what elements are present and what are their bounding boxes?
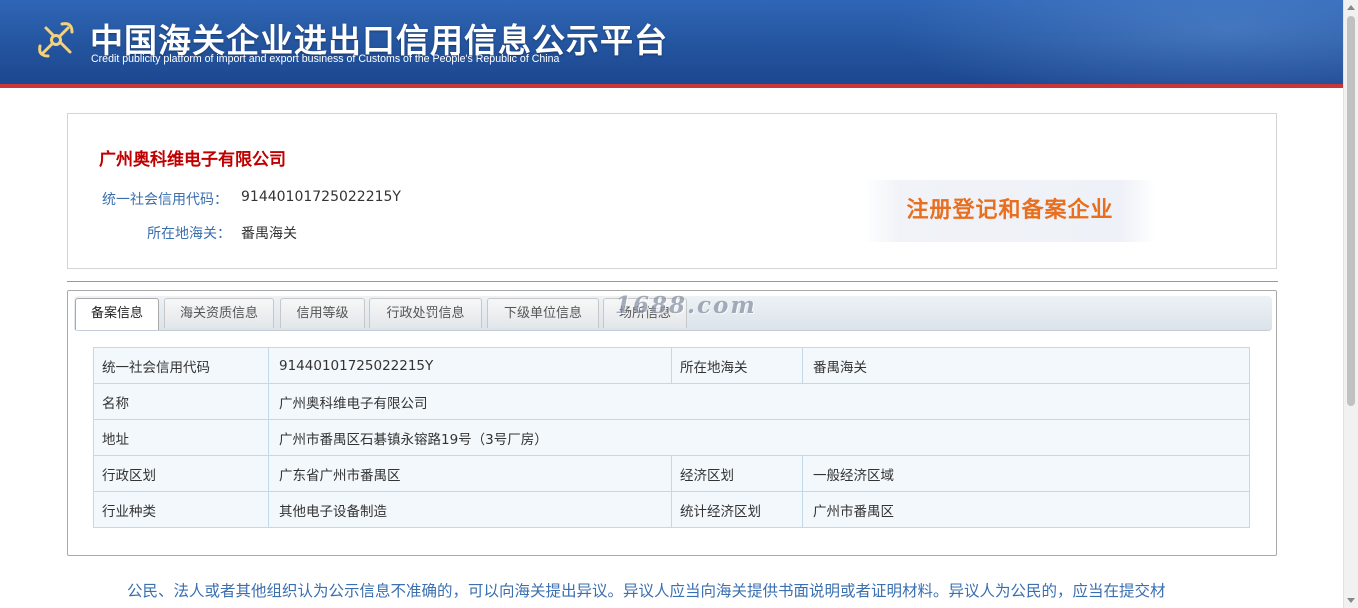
- info-tab-panel: 备案信息 海关资质信息 信用等级 行政处罚信息 下级单位信息 场所信息 统一社会…: [67, 290, 1277, 556]
- field-label: 行业种类: [93, 491, 269, 528]
- company-name: 广州奥科维电子有限公司: [99, 150, 286, 170]
- site-subtitle: Credit publicity platform of import and …: [91, 53, 560, 65]
- table-row: 名称 广州奥科维电子有限公司: [93, 383, 1250, 420]
- field-label: 行政区划: [93, 455, 269, 492]
- site-header: 中国海关企业进出口信用信息公示平台 Credit publicity platf…: [0, 0, 1343, 84]
- tab-record-info[interactable]: 备案信息: [75, 298, 159, 330]
- field-label: 名称: [93, 383, 269, 420]
- field-value: 广州市番禺区: [802, 491, 1250, 528]
- table-row: 地址 广州市番禺区石碁镇永镕路19号（3号厂房）: [93, 419, 1250, 456]
- field-label: 统一社会信用代码: [93, 347, 269, 384]
- header-accent-strip: [0, 84, 1343, 88]
- table-row: 统一社会信用代码 91440101725022215Y 所在地海关 番禺海关: [93, 347, 1250, 384]
- scroll-thumb[interactable]: [1347, 16, 1355, 406]
- table-row: 行业种类 其他电子设备制造 统计经济区划 广州市番禺区: [93, 491, 1250, 528]
- field-label: 所在地海关: [671, 347, 803, 384]
- table-row: 行政区划 广东省广州市番禺区 经济区划 一般经济区域: [93, 455, 1250, 492]
- customs-label: 所在地海关：: [147, 226, 231, 242]
- field-value: 广东省广州市番禺区: [268, 455, 672, 492]
- field-value: 广州奥科维电子有限公司: [268, 383, 1250, 420]
- watermark: 1688.com: [615, 292, 757, 319]
- credit-code-label: 统一社会信用代码：: [102, 192, 228, 208]
- field-value: 广州市番禺区石碁镇永镕路19号（3号厂房）: [268, 419, 1250, 456]
- objection-notice: 公民、法人或者其他组织认为公示信息不准确的，可以向海关提出异议。异议人应当向海关…: [127, 582, 1166, 600]
- field-label: 统计经济区划: [671, 491, 803, 528]
- page-scrollbar[interactable]: [1343, 0, 1358, 608]
- tab-credit-rating[interactable]: 信用等级: [280, 298, 365, 328]
- tab-subordinate-units[interactable]: 下级单位信息: [487, 298, 599, 328]
- tab-administrative-penalty[interactable]: 行政处罚信息: [369, 298, 482, 328]
- section-divider: [67, 281, 1278, 282]
- company-summary-card: 广州奥科维电子有限公司 统一社会信用代码： 91440101725022215Y…: [67, 113, 1277, 269]
- field-value: 番禺海关: [802, 347, 1250, 384]
- record-info-table: 统一社会信用代码 91440101725022215Y 所在地海关 番禺海关 名…: [93, 347, 1250, 528]
- field-value: 91440101725022215Y: [268, 347, 672, 384]
- customs-emblem-icon: [38, 22, 74, 58]
- field-value: 其他电子设备制造: [268, 491, 672, 528]
- scroll-down-arrow-icon[interactable]: [1347, 598, 1355, 603]
- credit-code-value: 91440101725022215Y: [241, 189, 401, 205]
- field-label: 地址: [93, 419, 269, 456]
- customs-value: 番禺海关: [241, 226, 297, 242]
- registration-status-badge: 注册登记和备案企业: [864, 180, 1156, 242]
- field-label: 经济区划: [671, 455, 803, 492]
- scroll-up-arrow-icon[interactable]: [1347, 5, 1355, 10]
- tab-customs-qualification[interactable]: 海关资质信息: [164, 298, 274, 328]
- field-value: 一般经济区域: [802, 455, 1250, 492]
